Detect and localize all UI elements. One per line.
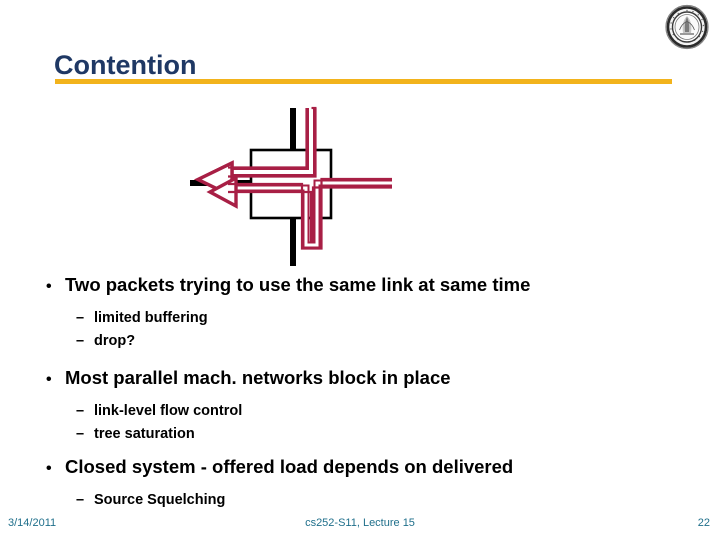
bullet-text: tree saturation (94, 426, 195, 442)
bullet-text: limited buffering (94, 310, 208, 326)
bullet-marker: – (76, 310, 85, 326)
list-item: – drop? (38, 330, 688, 353)
bullet-marker: • (46, 460, 52, 477)
bullet-marker: – (76, 333, 85, 349)
list-item: – limited buffering (38, 307, 688, 330)
title-underline-rule (55, 79, 672, 84)
list-item: – link-level flow control (38, 400, 688, 423)
footer-course-note: cs252-S11, Lecture 15 (305, 517, 415, 529)
bullet-marker: • (46, 371, 52, 388)
slide-body: • Two packets trying to use the same lin… (38, 270, 688, 512)
bullet-marker: – (76, 403, 85, 419)
list-item: – Source Squelching (38, 489, 688, 512)
bullet-marker: • (46, 278, 52, 295)
bullet-text: Most parallel mach. networks block in pl… (65, 367, 451, 388)
bullet-marker: – (76, 426, 85, 442)
bullet-text: Closed system - offered load depends on … (65, 456, 514, 477)
list-item: • Most parallel mach. networks block in … (38, 363, 688, 394)
page-title: Contention (54, 50, 197, 80)
packet-channel-outline (228, 106, 317, 178)
list-item: – tree saturation (38, 423, 688, 446)
bullet-text: Source Squelching (94, 492, 226, 508)
bullet-marker: – (76, 492, 85, 508)
footer-page-number: 22 (697, 517, 710, 529)
slide-canvas: Contention • Two packets trying to use t… (0, 0, 720, 540)
slide-footer: 3/14/2011 cs252-S11, Lecture 15 22 (0, 516, 720, 536)
switch-contention-diagram (180, 100, 400, 275)
bullet-text: link-level flow control (94, 403, 243, 419)
university-seal-logo (662, 4, 712, 50)
bullet-text: drop? (94, 333, 136, 349)
bullet-text: Two packets trying to use the same link … (65, 274, 531, 295)
list-item: • Closed system - offered load depends o… (38, 452, 688, 483)
list-item: • Two packets trying to use the same lin… (38, 270, 688, 301)
